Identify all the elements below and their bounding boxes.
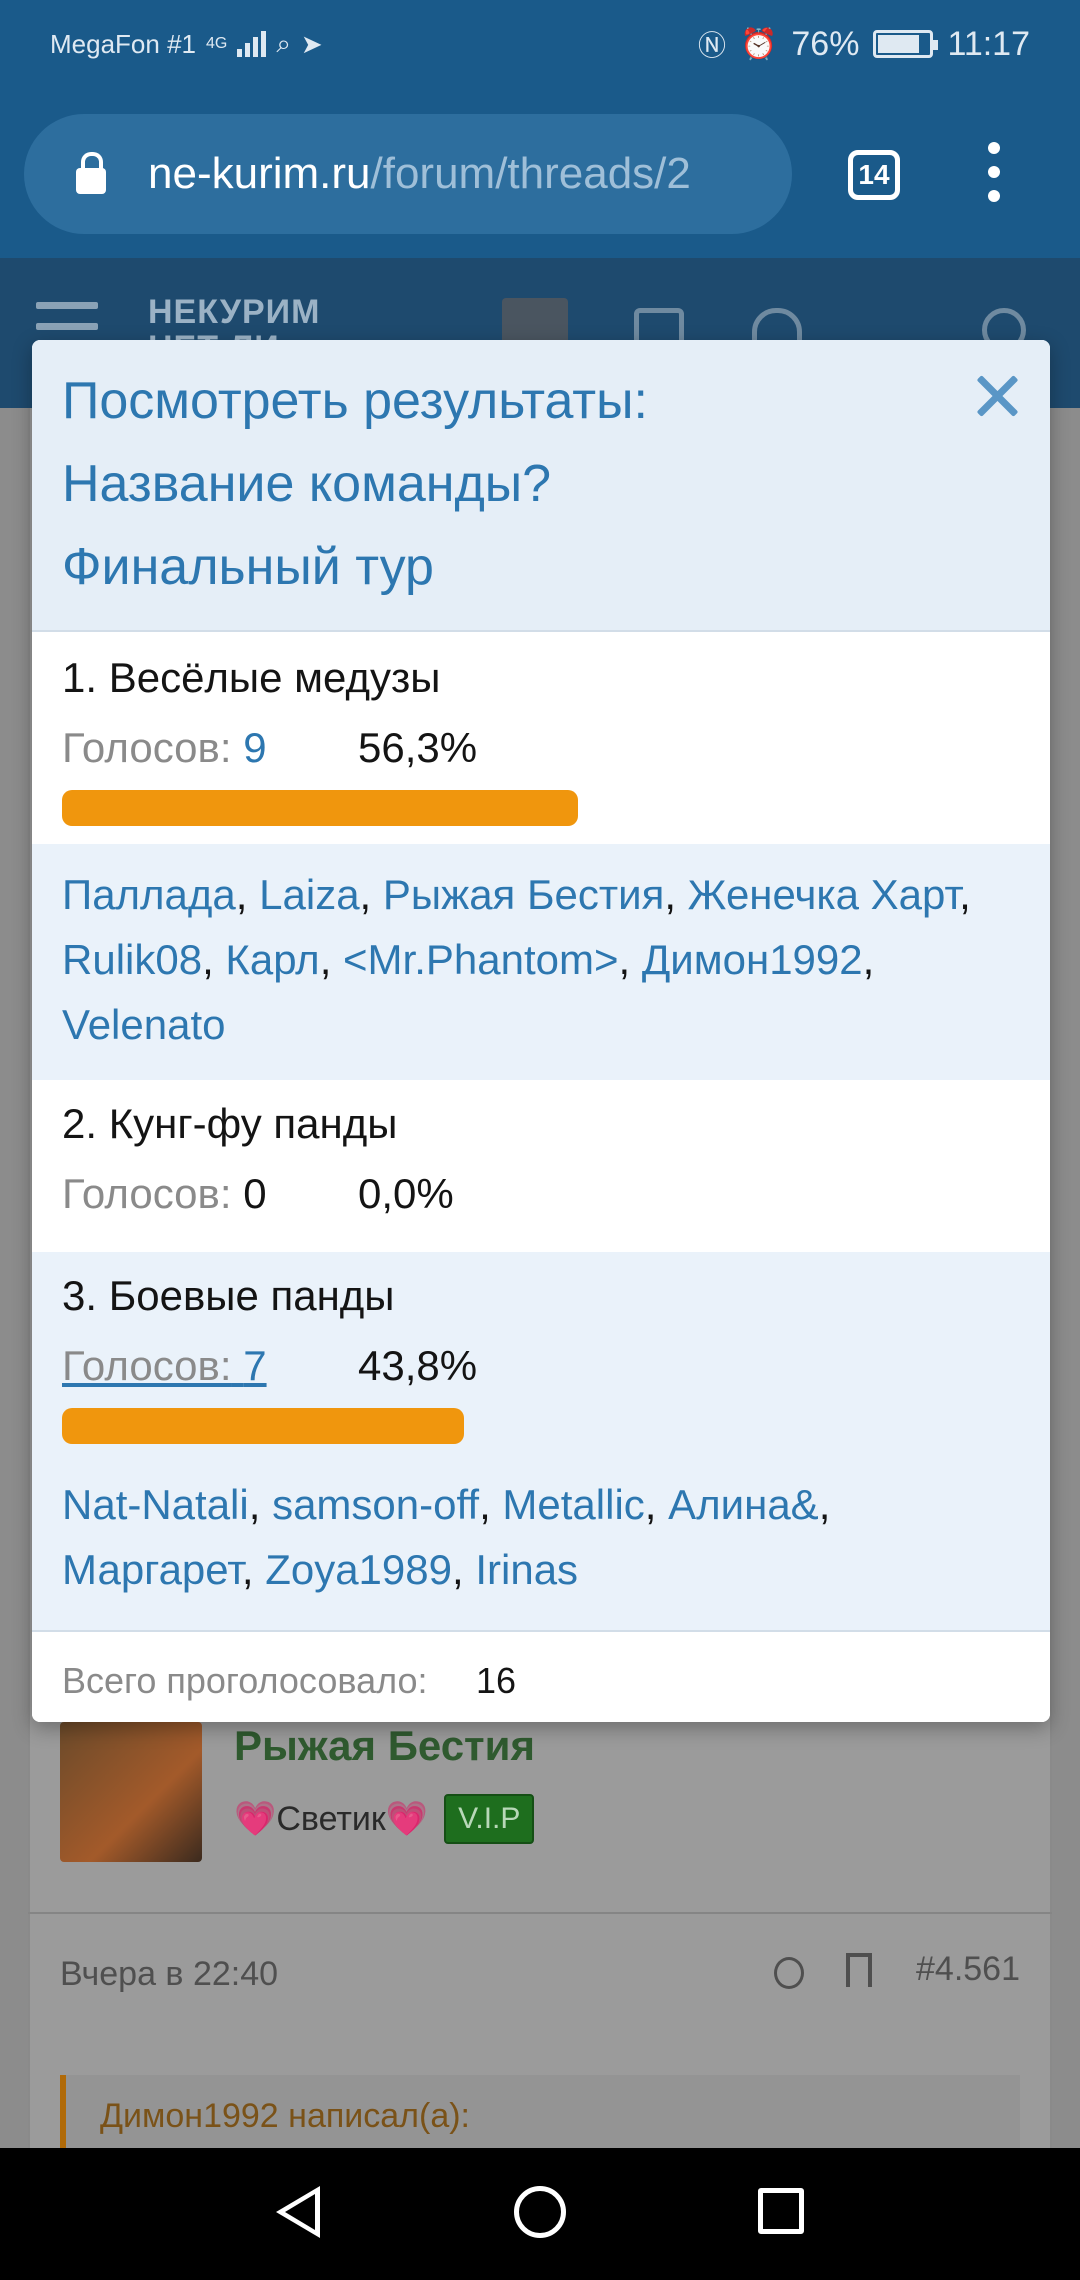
voter-separator: ,: [644, 1481, 669, 1528]
option-votes: Голосов: 9: [62, 724, 267, 772]
close-icon[interactable]: [972, 370, 1024, 422]
option-percent: 0,0%: [358, 1170, 454, 1217]
vip-badge: V.I.P: [444, 1794, 535, 1844]
poll-results-modal: Посмотреть результаты: Название команды?…: [32, 340, 1050, 1722]
voter-separator: ,: [235, 871, 260, 918]
post-user-title: 💗Светик💗 V.I.P: [234, 1794, 535, 1844]
votes-label: Голосов:: [62, 1170, 232, 1217]
option-progress-bar: [62, 1408, 464, 1444]
votes-label: Голосов:: [62, 1342, 232, 1389]
quote-block: Димон1992 написал(а):: [60, 2075, 1020, 2148]
voter-separator: ,: [862, 936, 875, 983]
url-host: ne-kurim.ru: [148, 149, 371, 198]
voter-link[interactable]: Metallic: [502, 1481, 644, 1528]
total-value: 16: [476, 1660, 517, 1701]
post-actions: #4.561: [770, 1950, 1020, 1989]
option-votes: Голосов: 0: [62, 1170, 267, 1218]
votes-count: 0: [243, 1170, 267, 1217]
voter-link[interactable]: Rulik08: [62, 936, 202, 983]
signal-icon: [237, 31, 267, 57]
bookmark-icon[interactable]: [846, 1952, 872, 1987]
total-votes: Всего проголосовало: 16: [32, 1630, 1050, 1722]
voters-list: Паллада, Laiza, Рыжая Бестия, Женечка Ха…: [32, 844, 1050, 1080]
title-line-3: Финальный тур: [62, 538, 434, 596]
modal-header: Посмотреть результаты: Название команды?…: [32, 340, 1050, 632]
back-icon[interactable]: [276, 2186, 320, 2238]
lock-icon: [76, 152, 106, 194]
network-type: 4G: [205, 35, 228, 52]
poll-option: 2. Кунг-фу панды Голосов: 0 0,0%: [32, 1080, 1050, 1252]
voter-separator: ,: [618, 936, 642, 983]
option-label: 1. Весёлые медузы: [62, 654, 441, 701]
post-date[interactable]: Вчера в 22:40: [60, 1955, 278, 1994]
battery-icon: [873, 30, 939, 58]
votes-count[interactable]: 7: [243, 1342, 266, 1389]
status-bar: MegaFon #1 4G ⌕ ➤ Ⓝ ⏰ 76% 11:17: [0, 0, 1080, 92]
option-label: 3. Боевые панды: [62, 1272, 395, 1319]
voter-link[interactable]: Димон1992: [642, 936, 863, 983]
voter-link[interactable]: Irinas: [475, 1546, 578, 1593]
option-label: 2. Кунг-фу панды: [62, 1100, 398, 1147]
voter-separator: ,: [664, 871, 688, 918]
alarm-icon: ⏰: [740, 27, 778, 61]
carrier-name: MegaFon #1: [50, 28, 196, 59]
user-title-text: 💗Светик💗: [234, 1800, 429, 1838]
voter-link[interactable]: Женечка Харт: [688, 871, 959, 918]
post-author-name[interactable]: Рыжая Бестия: [234, 1722, 535, 1770]
voter-separator: ,: [248, 1481, 273, 1528]
post-divider: [28, 1912, 1052, 1914]
poll-option: 1. Весёлые медузы Голосов: 9 56,3%: [32, 634, 1050, 826]
voter-separator: ,: [241, 1546, 266, 1593]
voter-link[interactable]: Velenato: [62, 1001, 226, 1048]
nfc-icon: Ⓝ: [698, 30, 727, 61]
browser-menu-button[interactable]: [982, 142, 1006, 202]
clock: 11:17: [947, 24, 1030, 63]
tabs-button[interactable]: 14: [848, 150, 900, 200]
voters-list: Nat-Natali, samson-off, Metallic, Алина&…: [32, 1464, 1050, 1630]
post-author-avatar[interactable]: [60, 1722, 202, 1862]
home-icon[interactable]: [514, 2186, 566, 2238]
url-path: /forum/threads/2: [370, 149, 691, 198]
votes-count[interactable]: 9: [243, 724, 266, 771]
voter-separator: ,: [452, 1546, 476, 1593]
option-progress-bar: [62, 790, 578, 826]
option-percent: 56,3%: [358, 724, 478, 771]
voter-link[interactable]: Рыжая Бестия: [383, 871, 664, 918]
voter-separator: ,: [319, 936, 344, 983]
modal-title: Посмотреть результаты: Название команды?…: [62, 360, 942, 609]
post-number[interactable]: #4.561: [916, 1950, 1020, 1989]
browser-toolbar: ne-kurim.ru/forum/threads/2 14: [0, 92, 1080, 258]
android-nav-bar: [0, 2148, 1080, 2280]
voter-link[interactable]: Карл: [225, 936, 319, 983]
tab-count: 14: [858, 159, 890, 190]
battery-percent: 76%: [791, 24, 860, 63]
voter-link[interactable]: Laiza: [259, 871, 359, 918]
voter-link[interactable]: Алина&: [668, 1481, 819, 1528]
voter-link[interactable]: Паллада: [62, 871, 236, 918]
title-line-2: Название команды?: [62, 455, 552, 513]
url-bar[interactable]: ne-kurim.ru/forum/threads/2: [24, 114, 792, 234]
voter-separator: ,: [202, 936, 226, 983]
quote-header[interactable]: Димон1992 написал(а):: [100, 2097, 470, 2136]
voter-separator: ,: [359, 871, 383, 918]
search-icon: ⌕: [276, 28, 291, 58]
logo-line-1: НЕКУРИМ: [148, 293, 321, 331]
share-icon[interactable]: [770, 1953, 804, 1989]
voter-separator: ,: [479, 1481, 503, 1528]
option-votes[interactable]: Голосов: 7: [62, 1342, 267, 1390]
telegram-icon: ➤: [300, 28, 323, 59]
voter-link[interactable]: <Mr.Phantom>: [343, 936, 618, 983]
title-line-1: Посмотреть результаты:: [62, 372, 648, 430]
voter-separator: ,: [818, 1481, 831, 1528]
voter-link[interactable]: samson-off: [272, 1481, 479, 1528]
voter-link[interactable]: Nat-Natali: [62, 1481, 249, 1528]
recent-apps-icon[interactable]: [758, 2188, 804, 2234]
voter-link[interactable]: Zoya1989: [265, 1546, 452, 1593]
option-percent: 43,8%: [358, 1342, 478, 1389]
votes-label: Голосов:: [62, 724, 232, 771]
voter-separator: ,: [959, 871, 971, 918]
total-label: Всего проголосовало:: [62, 1660, 428, 1701]
voter-link[interactable]: Маргарет: [62, 1546, 242, 1593]
